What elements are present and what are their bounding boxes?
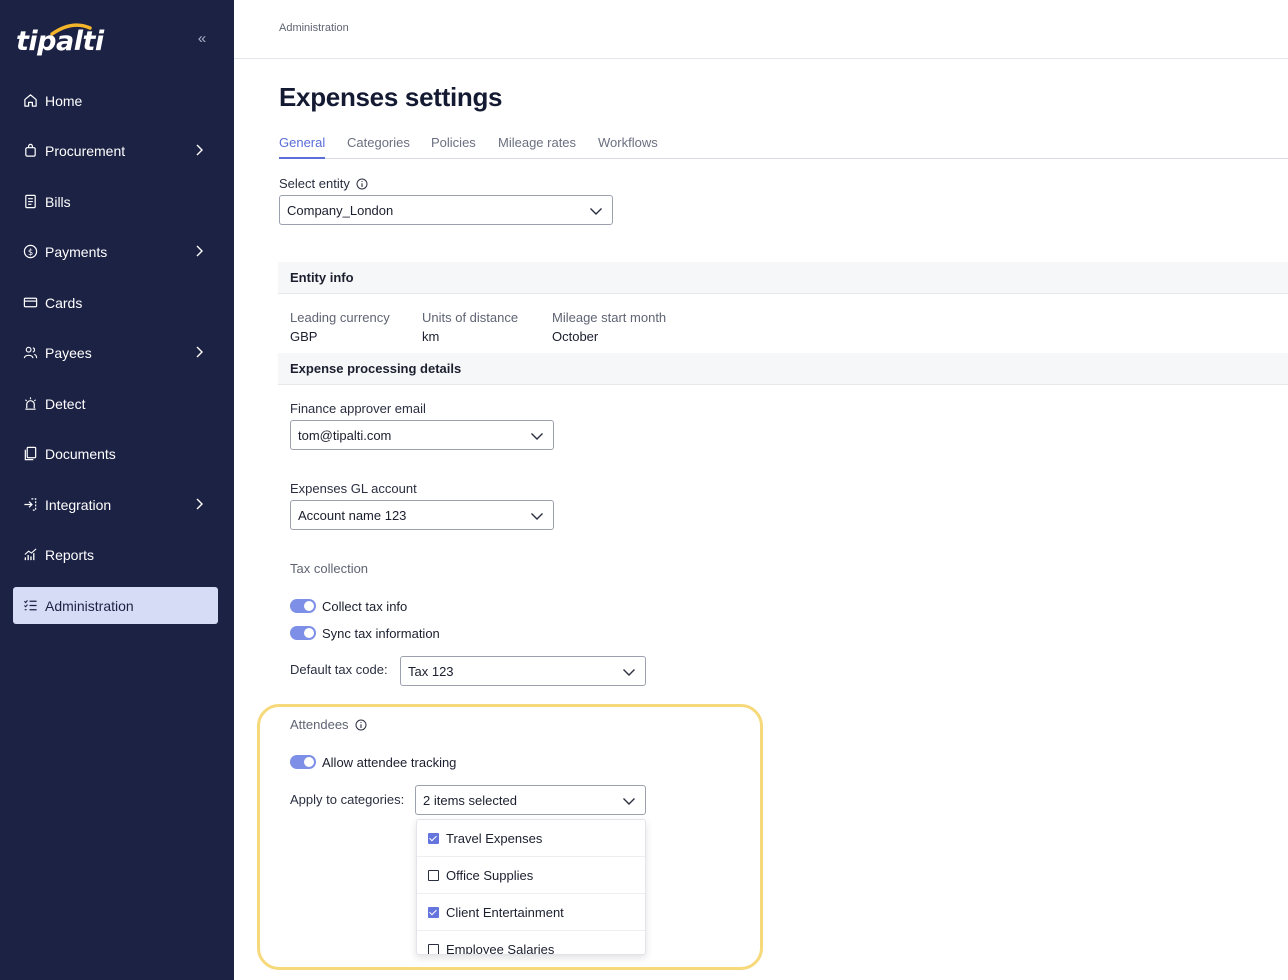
sidebar-item-payees[interactable]: Payees <box>13 334 218 371</box>
chevron-down-icon <box>590 208 602 215</box>
collapse-sidebar-button[interactable]: « <box>193 30 211 48</box>
checklist-icon <box>22 598 38 614</box>
finance-approver-email-value: tom@tipalti.com <box>298 428 392 443</box>
finance-approver-email-select[interactable]: tom@tipalti.com <box>290 420 554 450</box>
mileage-start-month-value: October <box>552 329 599 344</box>
collect-tax-info-label: Collect tax info <box>322 599 408 614</box>
entity-select[interactable]: Company_London <box>279 195 613 225</box>
expense-processing-heading: Expense processing details <box>290 361 462 376</box>
sidebar-item-home[interactable]: Home <box>13 82 218 119</box>
sidebar-item-label: Integration <box>45 496 112 513</box>
checkbox-checked[interactable] <box>428 833 439 844</box>
tab-general[interactable]: General <box>279 135 326 159</box>
sidebar-item-label: Administration <box>45 597 134 614</box>
people-icon <box>22 345 38 361</box>
sidebar-item-label: Detect <box>45 395 86 412</box>
leading-currency-value: GBP <box>290 329 318 344</box>
svg-text:$: $ <box>27 247 32 257</box>
sidebar-item-cards[interactable]: Cards <box>13 284 218 321</box>
leading-currency-label: Leading currency <box>290 310 390 325</box>
sidebar-item-reports[interactable]: Reports <box>13 536 218 573</box>
checkbox-unchecked[interactable] <box>428 944 439 954</box>
sidebar-item-label: Procurement <box>45 142 126 159</box>
sync-tax-information-label: Sync tax information <box>322 626 440 641</box>
chevron-right-icon <box>196 245 203 257</box>
collect-tax-info-toggle[interactable] <box>290 599 316 613</box>
sidebar-item-procurement[interactable]: Procurement <box>13 132 218 169</box>
tab-bar: General Categories Policies Mileage rate… <box>279 135 1288 159</box>
logo-text: tipalti <box>16 26 104 57</box>
expenses-gl-account-label: Expenses GL account <box>290 481 417 496</box>
default-tax-code-value: Tax 123 <box>408 664 454 679</box>
sidebar-item-label: Reports <box>45 546 95 563</box>
default-tax-code-label: Default tax code: <box>290 662 388 677</box>
chevron-right-icon <box>196 498 203 510</box>
chevron-right-icon <box>196 346 203 358</box>
sidebar-item-integration[interactable]: Integration <box>13 486 218 523</box>
select-entity-label-text: Select entity <box>279 176 350 191</box>
sidebar: tipalti « Home Procurement Bills $ Payme… <box>0 0 234 980</box>
expenses-gl-account-select[interactable]: Account name 123 <box>290 500 554 530</box>
sidebar-item-label: Documents <box>45 445 116 462</box>
documents-icon <box>22 446 38 462</box>
mileage-start-month-label: Mileage start month <box>552 310 667 325</box>
info-icon[interactable] <box>356 178 368 190</box>
finance-approver-email-label: Finance approver email <box>290 401 426 416</box>
dropdown-option-employee-salaries[interactable]: Employee Salaries <box>417 931 645 955</box>
categories-dropdown-menu: Travel Expenses Office Supplies Client E… <box>416 819 646 955</box>
dropdown-option-travel-expenses[interactable]: Travel Expenses <box>417 820 645 857</box>
page-title: Expenses settings <box>279 82 503 112</box>
sidebar-item-label: Home <box>45 92 83 109</box>
expenses-gl-account-value: Account name 123 <box>298 508 407 523</box>
chevron-down-icon <box>531 433 543 440</box>
tax-collection-heading: Tax collection <box>290 561 369 576</box>
tipalti-logo[interactable]: tipalti <box>16 20 104 60</box>
dropdown-option-client-entertainment[interactable]: Client Entertainment <box>417 894 645 931</box>
checkbox-checked[interactable] <box>428 907 439 918</box>
breadcrumb[interactable]: Administration <box>279 22 349 34</box>
dropdown-option-label: Employee Salaries <box>446 942 555 955</box>
entity-info-header: Entity info <box>278 262 1288 294</box>
sidebar-item-label: Cards <box>45 294 83 311</box>
expense-processing-header: Expense processing details <box>278 353 1288 385</box>
entity-select-value: Company_London <box>287 203 394 218</box>
sidebar-item-detect[interactable]: Detect <box>13 385 218 422</box>
select-entity-label: Select entity <box>279 176 368 191</box>
sidebar-item-label: Bills <box>45 193 71 210</box>
default-tax-code-select[interactable]: Tax 123 <box>400 656 646 686</box>
chevron-right-icon <box>196 144 203 156</box>
sidebar-item-bills[interactable]: Bills <box>13 183 218 220</box>
checkbox-unchecked[interactable] <box>428 870 439 881</box>
tab-policies[interactable]: Policies <box>431 135 476 159</box>
breadcrumb-bar: Administration <box>234 0 1288 59</box>
chevron-down-icon <box>623 669 635 676</box>
sidebar-item-label: Payments <box>45 243 108 260</box>
reports-icon <box>22 547 38 563</box>
dollar-circle-icon: $ <box>22 244 38 260</box>
sidebar-item-label: Payees <box>45 344 92 361</box>
tab-mileage-rates[interactable]: Mileage rates <box>498 135 576 159</box>
integration-icon <box>22 497 38 513</box>
sidebar-item-payments[interactable]: $ Payments <box>13 233 218 270</box>
dropdown-option-label: Client Entertainment <box>446 905 564 920</box>
alarm-icon <box>22 396 38 412</box>
home-icon <box>22 93 38 109</box>
sidebar-item-administration[interactable]: Administration <box>13 587 218 624</box>
entity-info-heading: Entity info <box>290 270 354 285</box>
shopping-bag-icon <box>22 143 38 159</box>
sync-tax-information-toggle[interactable] <box>290 626 316 640</box>
dropdown-option-office-supplies[interactable]: Office Supplies <box>417 857 645 894</box>
chevron-down-icon <box>531 513 543 520</box>
credit-card-icon <box>22 295 38 311</box>
tab-categories[interactable]: Categories <box>347 135 410 159</box>
dropdown-option-label: Office Supplies <box>446 868 534 883</box>
units-of-distance-label: Units of distance <box>422 310 519 325</box>
dropdown-option-label: Travel Expenses <box>446 831 543 846</box>
sidebar-item-documents[interactable]: Documents <box>13 435 218 472</box>
tab-workflows[interactable]: Workflows <box>598 135 658 159</box>
units-of-distance-value: km <box>422 329 440 344</box>
bill-icon <box>22 194 38 210</box>
